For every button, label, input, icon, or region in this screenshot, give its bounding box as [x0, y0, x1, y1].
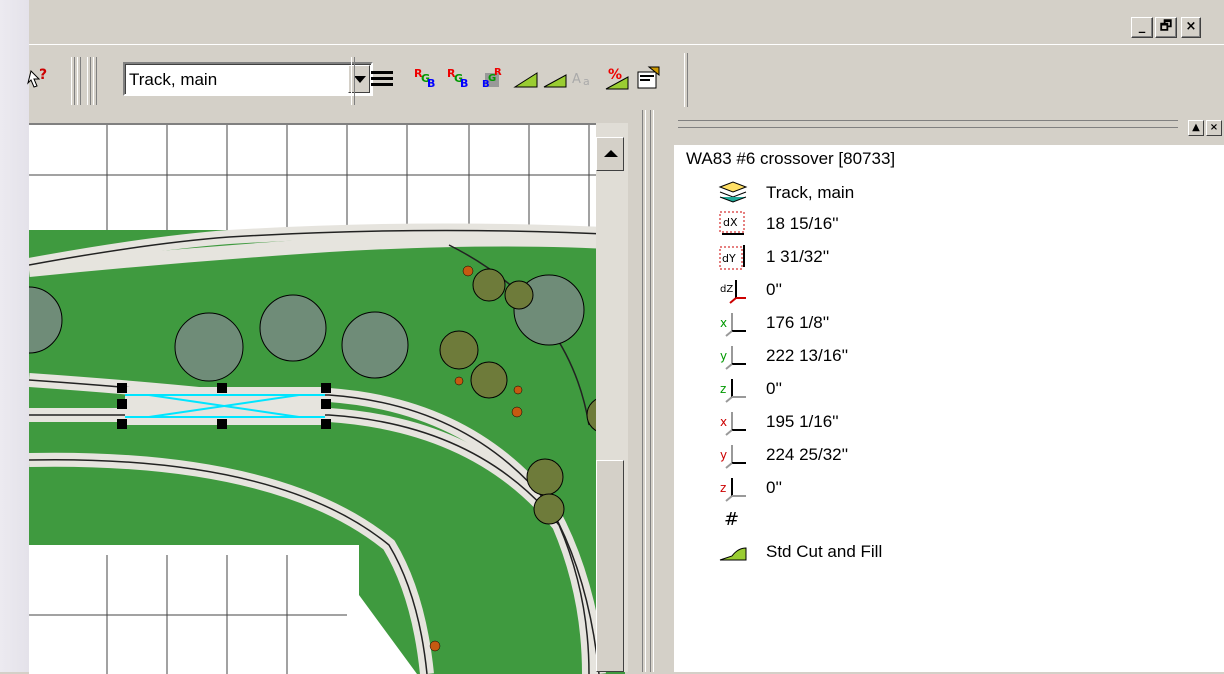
toolbar-grip	[351, 57, 355, 105]
svg-text:y: y	[720, 349, 727, 363]
panel-maximize-button[interactable]: ▲	[1188, 120, 1204, 136]
track-layout-drawing	[29, 125, 625, 674]
background-left-strip	[0, 0, 29, 672]
property-value: 176 1/8''	[766, 313, 830, 332]
property-value: 18 15/16''	[766, 214, 839, 233]
svg-text:z: z	[720, 481, 726, 495]
toolbar-grip[interactable]	[77, 57, 81, 105]
toolbar-grip[interactable]	[87, 57, 91, 105]
property-value: 0''	[766, 478, 782, 497]
property-value: 195 1/16''	[766, 412, 839, 431]
property-row-x1[interactable]: x 176 1/8''	[718, 308, 829, 338]
z1-icon: z	[718, 375, 748, 403]
svg-text:dZ: dZ	[720, 284, 733, 295]
property-row-x2[interactable]: x 195 1/16''	[718, 407, 839, 437]
y1-icon: y	[718, 342, 748, 370]
hash-icon: #	[718, 505, 748, 533]
svg-text:%: %	[608, 67, 622, 83]
svg-text:z: z	[720, 382, 726, 396]
font-icon[interactable]: Aa	[571, 65, 597, 91]
splitter-line	[642, 110, 646, 672]
layout-canvas[interactable]	[29, 123, 625, 674]
x2-icon: x	[718, 408, 748, 436]
close-button[interactable]: ×	[1181, 17, 1201, 38]
cut-fill-icon[interactable]	[513, 65, 539, 91]
property-value: 0''	[766, 379, 782, 398]
property-row-y2[interactable]: y 224 25/32''	[718, 440, 848, 470]
svg-text:x: x	[720, 415, 727, 429]
property-row-z1[interactable]: z 0''	[718, 374, 782, 404]
property-value: 222 13/16''	[766, 346, 849, 365]
panel-close-button[interactable]: ×	[1206, 120, 1222, 136]
grade-icon[interactable]	[542, 65, 568, 91]
svg-text:?: ?	[39, 67, 47, 83]
question-pointer-icon[interactable]: ?	[25, 65, 51, 91]
property-row-number[interactable]: #	[718, 504, 766, 534]
y2-icon: y	[718, 441, 748, 469]
x1-icon: x	[718, 309, 748, 337]
property-row-cut-fill[interactable]: Std Cut and Fill	[718, 537, 882, 567]
rgb-2-icon[interactable]: RGB	[445, 65, 471, 91]
svg-text:x: x	[720, 316, 727, 330]
property-value: 0''	[766, 280, 782, 299]
property-value: 1 31/32''	[766, 247, 830, 266]
property-row-dx[interactable]: dX 18 15/16''	[718, 209, 839, 239]
properties-icon[interactable]	[635, 65, 661, 91]
property-row-layer[interactable]: Track, main	[718, 178, 854, 208]
z2-icon: z	[718, 474, 748, 502]
layers-icon	[718, 179, 748, 207]
svg-text:dY: dY	[722, 252, 736, 265]
minimize-button[interactable]: _	[1131, 17, 1153, 38]
percent-grade-icon[interactable]: %	[604, 65, 630, 91]
title-bar: _ 🗗 ×	[29, 0, 1224, 42]
property-row-dz[interactable]: dZ 0''	[718, 275, 782, 305]
dy-icon: dY	[718, 243, 748, 271]
svg-text:dX: dX	[723, 216, 738, 229]
property-row-z2[interactable]: z 0''	[718, 473, 782, 503]
property-row-dy[interactable]: dY 1 31/32''	[718, 242, 829, 272]
layer-select[interactable]: Track, main	[123, 62, 373, 96]
property-value: Std Cut and Fill	[766, 542, 883, 561]
svg-text:a: a	[583, 75, 590, 88]
property-value: Track, main	[766, 183, 855, 202]
toolbar: ? Track, main RGB RGB BRG Aa %	[27, 44, 1224, 111]
splitter-line	[650, 110, 654, 672]
svg-text:G: G	[488, 73, 496, 84]
rgb-1-icon[interactable]: RGB	[412, 65, 438, 91]
property-row-y1[interactable]: y 222 13/16''	[718, 341, 848, 371]
panel-grip[interactable]	[678, 120, 1178, 128]
property-value: 224 25/32''	[766, 445, 849, 464]
svg-text:B: B	[460, 77, 468, 90]
toolbar-grip[interactable]	[93, 57, 97, 105]
svg-text:#: #	[724, 509, 739, 530]
pane-splitter[interactable]	[630, 110, 672, 672]
dx-icon: dX	[718, 210, 748, 238]
layer-select-value: Track, main	[129, 70, 218, 89]
properties-header: ▲ ×	[674, 112, 1224, 144]
properties-panel: WA83 #6 crossover [80733] Track, main dX…	[674, 145, 1224, 672]
svg-text:A: A	[572, 72, 581, 87]
restore-button[interactable]: 🗗	[1155, 17, 1177, 38]
toolbar-separator	[684, 53, 688, 107]
scroll-thumb[interactable]	[596, 460, 624, 672]
svg-text:y: y	[720, 448, 727, 462]
toolbar-grip[interactable]	[71, 57, 75, 105]
lines-icon[interactable]	[369, 65, 395, 91]
cut-fill-icon	[718, 538, 748, 566]
svg-text:B: B	[427, 77, 435, 90]
rgb-pattern-icon[interactable]: BRG	[480, 65, 506, 91]
properties-title: WA83 #6 crossover [80733]	[686, 149, 896, 168]
scroll-up-button[interactable]	[596, 137, 624, 171]
dz-icon: dZ	[718, 276, 748, 304]
